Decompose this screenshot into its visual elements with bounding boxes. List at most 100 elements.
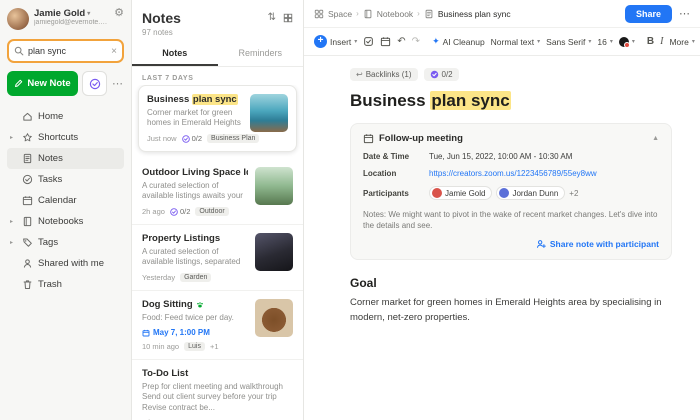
ai-cleanup-button[interactable]: ✦ AI Cleanup: [432, 36, 485, 47]
meeting-notes: Notes: We might want to pivot in the wak…: [363, 209, 659, 231]
goal-paragraph[interactable]: Corner market for green homes in Emerald…: [350, 296, 672, 325]
sidebar-item-home[interactable]: ▸ Home: [7, 106, 124, 127]
chevron-down-icon: ▾: [588, 38, 591, 45]
share-note-with-participant-link[interactable]: Share note with participant: [363, 239, 659, 249]
note-card-business-plan-sync[interactable]: Business plan sync Corner market for gre…: [138, 85, 297, 152]
home-icon: [21, 111, 33, 122]
note-card-property-listings[interactable]: Property Listings A curated selection of…: [132, 225, 303, 291]
sidebar-item-shared[interactable]: ▸ Shared with me: [7, 253, 124, 274]
user-avatar[interactable]: [7, 8, 29, 30]
trash-icon: [21, 279, 33, 290]
account-switcher[interactable]: Jamie Gold ▾: [34, 8, 109, 19]
bold-button[interactable]: B: [647, 36, 654, 47]
tab-notes[interactable]: Notes: [132, 43, 218, 66]
sidebar-actions: New Note ⋯: [7, 71, 124, 96]
breadcrumb-notebook[interactable]: Notebook: [377, 9, 413, 19]
sidebar-item-shortcuts[interactable]: ▸ Shortcuts: [7, 127, 124, 148]
editor-content[interactable]: ↩ Backlinks (1) 0/2 Business plan sync F…: [304, 56, 700, 420]
reminder-row[interactable]: May 7, 1:00 PM: [142, 328, 248, 337]
chevron-right-icon[interactable]: ▸: [10, 134, 16, 141]
collapse-chevron-icon[interactable]: ▲: [652, 135, 659, 142]
note-snippet: A curated selection of available listing…: [142, 247, 248, 268]
note-icon: [424, 9, 434, 19]
new-task-button[interactable]: [82, 71, 107, 96]
chevron-right-icon[interactable]: ▸: [10, 239, 16, 246]
note-thumbnail: [255, 167, 293, 205]
pencil-icon: [14, 79, 23, 88]
notes-list-header: Notes ⇅ 97 notes: [132, 0, 303, 37]
insert-calendar-icon[interactable]: [380, 36, 391, 47]
new-note-label: New Note: [27, 78, 70, 89]
tab-reminders[interactable]: Reminders: [218, 43, 304, 66]
notebook-icon: [363, 9, 373, 19]
participant-chip[interactable]: Jamie Gold: [429, 186, 492, 200]
insert-menu[interactable]: + Insert ▾: [314, 35, 357, 48]
insert-task-icon[interactable]: [363, 36, 374, 47]
sparkle-icon: ✦: [432, 36, 440, 47]
evernote-app: Jamie Gold ▾ jamiegold@evernote.com ⚙ × …: [0, 0, 700, 420]
sort-icon[interactable]: ⇅: [268, 13, 276, 23]
user-info[interactable]: Jamie Gold ▾ jamiegold@evernote.com: [34, 8, 109, 26]
sidebar-nav: ▸ Home ▸ Shortcuts ▸ Notes ▸ Tasks ▸: [7, 106, 124, 295]
backlinks-pill[interactable]: ↩ Backlinks (1): [350, 68, 418, 81]
note-time: 2h ago: [142, 207, 165, 216]
share-participant-icon: [536, 239, 546, 249]
new-note-button[interactable]: New Note: [7, 71, 78, 96]
chevron-right-icon[interactable]: ▸: [10, 218, 16, 225]
note-snippet: A curated selection of available listing…: [142, 181, 248, 202]
redo-icon[interactable]: ↷: [412, 36, 420, 47]
tag-overflow-count[interactable]: +1: [210, 342, 219, 351]
undo-icon[interactable]: ↶: [397, 36, 405, 47]
breadcrumb-note-title[interactable]: Business plan sync: [438, 9, 511, 19]
sidebar-item-trash[interactable]: ▸ Trash: [7, 274, 124, 295]
tag-chip[interactable]: Outdoor: [195, 207, 228, 216]
participants-label: Participants: [363, 189, 425, 198]
breadcrumb-separator: ›: [417, 9, 420, 18]
paragraph-style-dropdown[interactable]: Normal text▾: [491, 37, 540, 47]
date-value: Tue, Jun 15, 2022, 10:00 AM - 10:30 AM: [429, 152, 572, 161]
more-dropdown[interactable]: More▾: [669, 37, 694, 47]
note-card-outdoor-living[interactable]: Outdoor Living Space Ideas A curated sel…: [132, 159, 303, 225]
tag-chip[interactable]: Garden: [180, 273, 211, 282]
meeting-calendar-icon: [363, 133, 374, 144]
sidebar-item-tags[interactable]: ▸ Tags: [7, 232, 124, 253]
search-box[interactable]: ×: [7, 39, 124, 63]
meeting-link[interactable]: https://creators.zoom.us/1223456789/55ey…: [429, 169, 597, 178]
font-size-dropdown[interactable]: 16▾: [597, 37, 612, 47]
note-thumbnail: [255, 299, 293, 337]
note-more-menu-icon[interactable]: ⋯: [679, 7, 690, 20]
font-family-dropdown[interactable]: Sans Serif▾: [546, 37, 591, 47]
editor-toolbar: + Insert ▾ ↶ ↷ ✦ AI Cleanup Normal text▾…: [304, 27, 700, 56]
note-snippet: Corner market for green homes in Emerald…: [147, 108, 243, 129]
share-button[interactable]: Share: [625, 5, 672, 23]
task-progress-chip: 0/2: [170, 207, 190, 216]
sidebar-more-icon[interactable]: ⋯: [111, 77, 124, 90]
notebooks-icon: [21, 216, 33, 227]
notes-count: 97 notes: [142, 28, 293, 37]
note-title: Outdoor Living Space Ideas: [142, 167, 248, 178]
search-match-highlight: plan sync: [430, 91, 510, 110]
view-options-icon[interactable]: [283, 13, 293, 23]
note-title[interactable]: Business plan sync: [350, 91, 672, 111]
sidebar-item-notes[interactable]: ▸ Notes: [7, 148, 124, 169]
clear-search-icon[interactable]: ×: [111, 46, 117, 57]
font-color-dropdown[interactable]: ▾: [619, 37, 635, 47]
sidebar-item-notebooks[interactable]: ▸ Notebooks: [7, 211, 124, 232]
goal-heading[interactable]: Goal: [350, 276, 672, 290]
tag-chip[interactable]: Business Plan: [207, 134, 259, 143]
chevron-down-icon: ▾: [354, 38, 357, 45]
notes-list-panel: Notes ⇅ 97 notes Notes Reminders LAST 7 …: [132, 0, 304, 420]
tasks-progress-pill[interactable]: 0/2: [424, 68, 459, 81]
sidebar-item-tasks[interactable]: ▸ Tasks: [7, 169, 124, 190]
chevron-down-icon: ▾: [692, 38, 695, 45]
italic-button[interactable]: I: [660, 36, 663, 47]
settings-gear-icon[interactable]: ⚙: [114, 8, 124, 19]
note-card-dog-sitting[interactable]: Dog Sitting Food: Feed twice per day. Sp…: [132, 291, 303, 360]
tag-chip[interactable]: Luis: [184, 342, 205, 351]
breadcrumb-space[interactable]: Space: [328, 9, 352, 19]
search-input[interactable]: [28, 46, 107, 56]
sidebar-item-calendar[interactable]: ▸ Calendar: [7, 190, 124, 211]
note-card-todo-list[interactable]: To-Do List Prep for client meeting and w…: [132, 360, 303, 420]
participants-overflow-count[interactable]: +2: [569, 189, 578, 198]
participant-chip[interactable]: Jordan Dunn: [496, 186, 565, 200]
